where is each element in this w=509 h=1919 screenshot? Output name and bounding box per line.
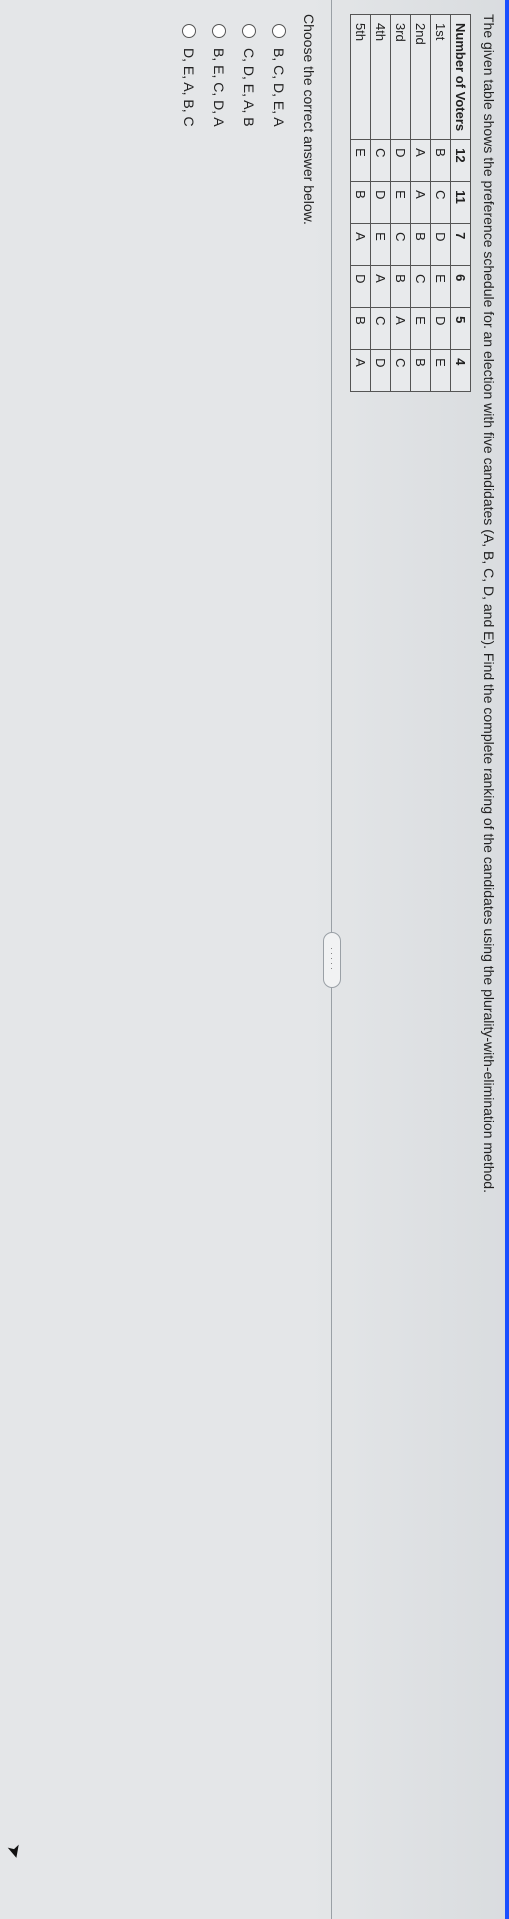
col-0: 12 <box>451 140 471 182</box>
col-3: 6 <box>451 266 471 308</box>
col-5: 4 <box>451 350 471 392</box>
row-label: 4th <box>371 15 391 140</box>
radio-icon[interactable] <box>182 24 196 38</box>
cell: B <box>411 350 431 392</box>
cell: A <box>411 140 431 182</box>
cell: D <box>371 350 391 392</box>
cell: C <box>431 182 451 224</box>
col-4: 5 <box>451 308 471 350</box>
cell: C <box>371 308 391 350</box>
row-label: 5th <box>351 15 371 140</box>
cell: E <box>391 182 411 224</box>
option-b[interactable]: C, D, E, A, B <box>241 24 257 1905</box>
radio-icon[interactable] <box>272 24 286 38</box>
question-viewport: The given table shows the preference sch… <box>0 0 509 1919</box>
cell: E <box>351 140 371 182</box>
option-a[interactable]: B, C, D, E, A <box>271 24 287 1905</box>
cell: C <box>411 266 431 308</box>
cell: E <box>371 224 391 266</box>
cell: E <box>431 266 451 308</box>
cell: A <box>351 350 371 392</box>
section-divider: ····· <box>331 0 332 1919</box>
cell: A <box>391 308 411 350</box>
table-row: 4th C D E A C D <box>371 15 391 392</box>
radio-icon[interactable] <box>242 24 256 38</box>
col-2: 7 <box>451 224 471 266</box>
cell: B <box>411 224 431 266</box>
divider-handle-icon[interactable]: ····· <box>323 932 341 988</box>
cell: C <box>371 140 391 182</box>
option-d[interactable]: D, E, A, B, C <box>181 24 197 1905</box>
option-c[interactable]: B, E, C, D, A <box>211 24 227 1905</box>
cell: B <box>431 140 451 182</box>
cell: B <box>351 182 371 224</box>
question-text: The given table shows the preference sch… <box>481 14 497 1905</box>
preference-table: Number of Voters 12 11 7 6 5 4 1st B C D… <box>350 14 471 392</box>
cell: D <box>431 224 451 266</box>
table-row: 2nd A A B C E B <box>411 15 431 392</box>
table-row: 1st B C D E D E <box>431 15 451 392</box>
cell: A <box>351 224 371 266</box>
cell: B <box>351 308 371 350</box>
option-label: D, E, A, B, C <box>181 48 197 127</box>
radio-icon[interactable] <box>212 24 226 38</box>
cell: D <box>431 308 451 350</box>
row-label: 1st <box>431 15 451 140</box>
cell: B <box>391 266 411 308</box>
cell: D <box>351 266 371 308</box>
cell: A <box>371 266 391 308</box>
col-1: 11 <box>451 182 471 224</box>
table-row: 5th E B A D B A <box>351 15 371 392</box>
answer-options: B, C, D, E, A C, D, E, A, B B, E, C, D, … <box>181 14 287 1905</box>
window-top-accent <box>505 0 509 1919</box>
cell: C <box>391 350 411 392</box>
table-header-row: Number of Voters 12 11 7 6 5 4 <box>451 15 471 392</box>
row-label: 2nd <box>411 15 431 140</box>
cell: C <box>391 224 411 266</box>
header-label: Number of Voters <box>451 15 471 140</box>
option-label: B, E, C, D, A <box>211 48 227 127</box>
option-label: C, D, E, A, B <box>241 48 257 127</box>
cell: E <box>431 350 451 392</box>
cursor-icon: ➤ <box>2 1841 26 1861</box>
cell: D <box>371 182 391 224</box>
cell: D <box>391 140 411 182</box>
cell: A <box>411 182 431 224</box>
instruction-text: Choose the correct answer below. <box>301 14 317 1905</box>
cell: E <box>411 308 431 350</box>
option-label: B, C, D, E, A <box>271 48 287 127</box>
table-row: 3rd D E C B A C <box>391 15 411 392</box>
row-label: 3rd <box>391 15 411 140</box>
